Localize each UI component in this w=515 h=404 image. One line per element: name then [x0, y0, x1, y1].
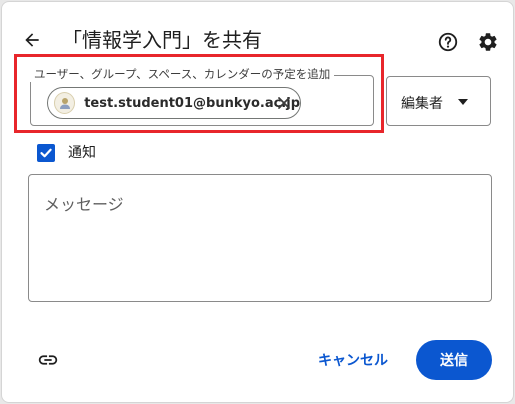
- message-textarea[interactable]: メッセージ: [28, 174, 492, 302]
- help-circle-icon: [438, 32, 458, 52]
- role-selected-value: 編集者: [401, 96, 443, 112]
- copy-link-button[interactable]: [36, 348, 60, 372]
- caret-down-icon: [458, 99, 468, 105]
- notify-label: 通知: [68, 145, 96, 161]
- dialog-title: 「情報学入門」を共有: [62, 28, 262, 52]
- settings-button[interactable]: [474, 28, 502, 56]
- help-button[interactable]: [434, 28, 462, 56]
- link-icon: [38, 355, 58, 365]
- notify-checkbox[interactable]: [37, 144, 55, 162]
- role-dropdown[interactable]: 編集者: [386, 76, 491, 126]
- back-button[interactable]: [18, 26, 46, 54]
- send-button[interactable]: 送信: [416, 340, 492, 380]
- cancel-button[interactable]: キャンセル: [306, 340, 400, 380]
- arrow-back-icon: [25, 33, 39, 47]
- share-dialog: 「情報学入門」を共有 test.student01@bunkyo.ac.jp ユ…: [1, 1, 514, 403]
- gear-icon: [479, 33, 497, 51]
- message-placeholder: メッセージ: [44, 195, 124, 214]
- highlight-annotation: [14, 54, 384, 133]
- check-icon: [40, 148, 52, 158]
- dialog-header: 「情報学入門」を共有: [2, 2, 513, 62]
